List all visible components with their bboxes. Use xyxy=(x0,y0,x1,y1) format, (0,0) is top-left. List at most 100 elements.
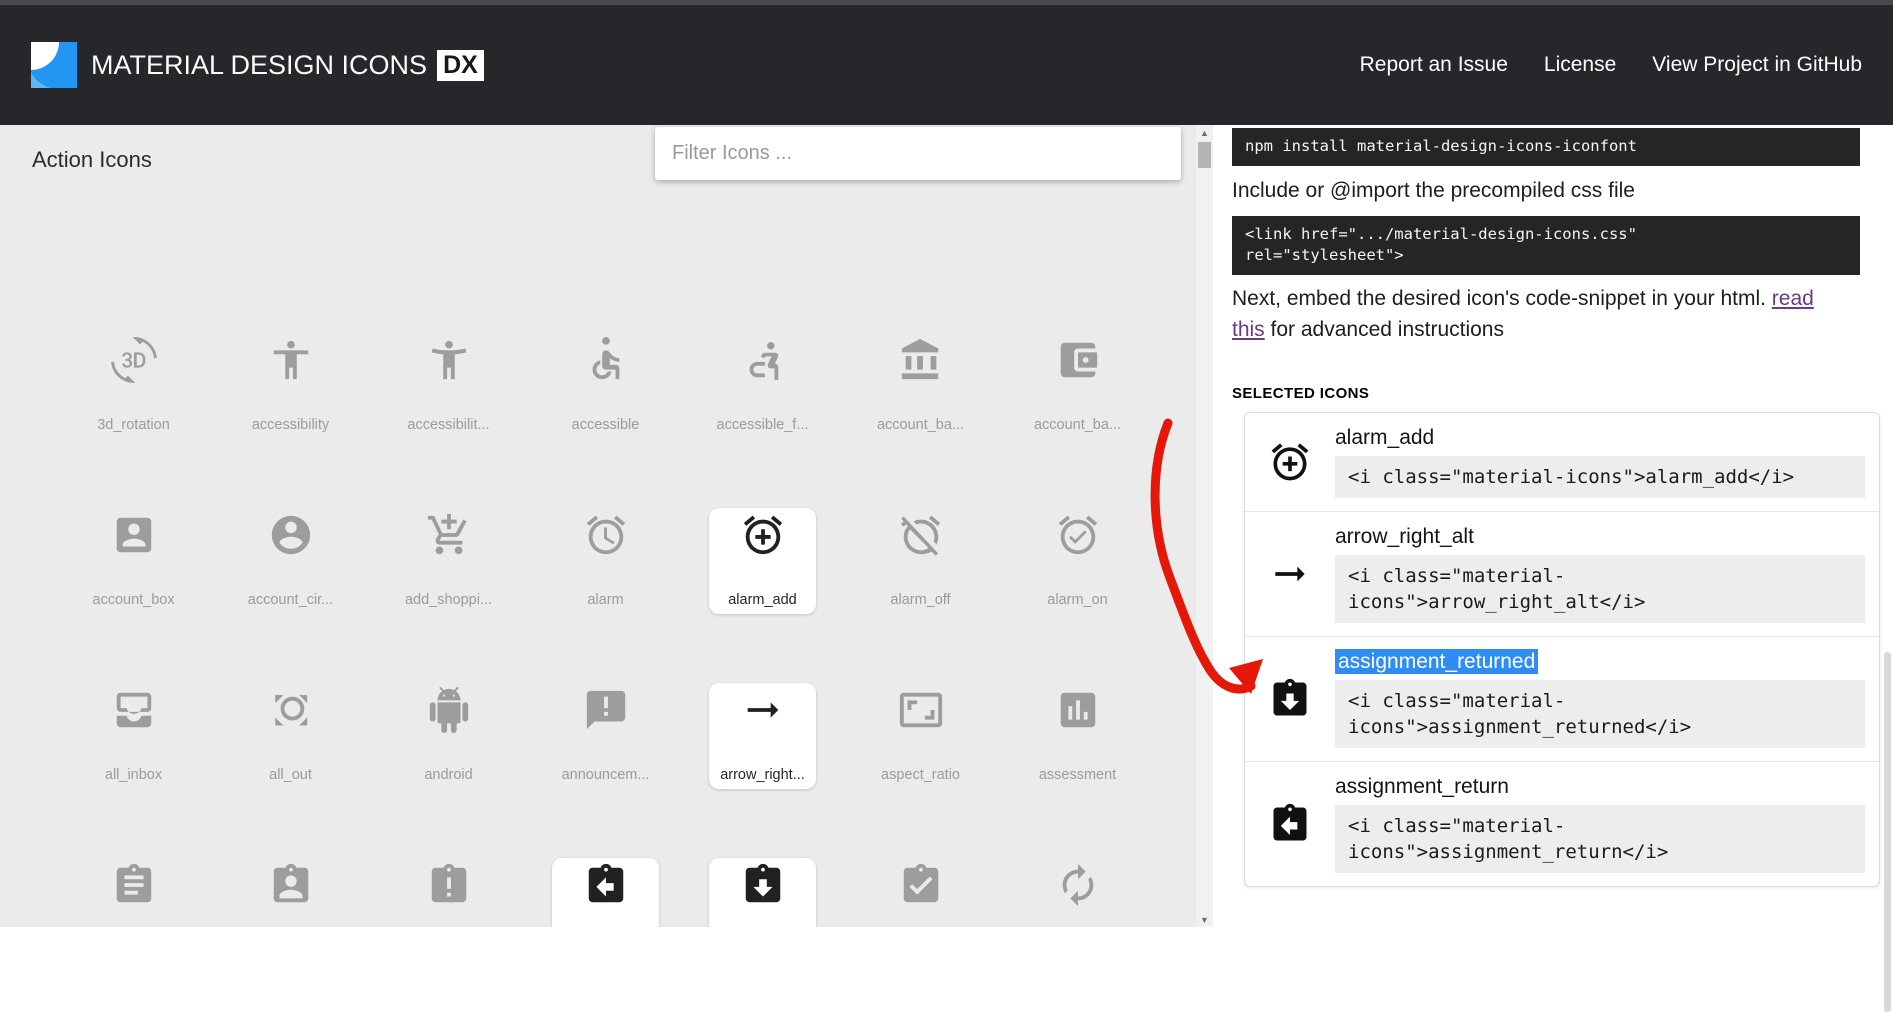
selected-item-body: assignment_returned<i class="material- i… xyxy=(1335,650,1879,748)
icon-cell-all_inbox[interactable]: all_inbox xyxy=(55,660,212,810)
android-icon xyxy=(426,687,472,733)
scrollbar-up-arrow-icon[interactable]: ▲ xyxy=(1196,125,1213,140)
icon-cell-account_circle[interactable]: account_cir... xyxy=(212,485,369,635)
selected-item-icon-wrap xyxy=(1245,677,1335,721)
scrollbar-thumb[interactable] xyxy=(1198,142,1211,168)
icon-label: 3d_rotation xyxy=(55,410,212,440)
selected-item-alarm_add[interactable]: alarm_add<i class="material-icons">alarm… xyxy=(1245,413,1879,511)
selected-item-body: assignment_return<i class="material- ico… xyxy=(1335,775,1879,873)
icon-wrap xyxy=(684,485,841,585)
icon-cell-assignment_turned_in[interactable]: assignment... xyxy=(842,835,999,927)
icon-cell-all_out[interactable]: all_out xyxy=(212,660,369,810)
accessibility_new-icon xyxy=(426,337,472,383)
icon-label: account_cir... xyxy=(212,585,369,615)
selected-item-assignment_returned[interactable]: assignment_returned<i class="material- i… xyxy=(1245,636,1879,761)
icon-label: alarm xyxy=(527,585,684,615)
icon-label: arrow_right... xyxy=(684,760,841,790)
icon-label: account_ba... xyxy=(842,410,999,440)
icon-cell-arrow_right_alt[interactable]: arrow_right... xyxy=(684,660,841,810)
3d_rotation-icon xyxy=(111,337,157,383)
icon-wrap xyxy=(527,660,684,760)
icon-wrap xyxy=(999,660,1156,760)
nav-link-view-project-in-github[interactable]: View Project in GitHub xyxy=(1652,53,1862,77)
icon-wrap xyxy=(842,310,999,410)
icon-label: android xyxy=(370,760,527,790)
icon-wrap xyxy=(684,835,841,927)
icon-cell-assessment[interactable]: assessment xyxy=(999,660,1156,810)
selected-item-arrow_right_alt[interactable]: arrow_right_alt<i class="material- icons… xyxy=(1245,511,1879,636)
alarm_off-icon xyxy=(898,512,944,558)
assignment_returned-icon xyxy=(740,862,786,908)
accessible_forward-icon xyxy=(740,337,786,383)
icon-label: alarm_off xyxy=(842,585,999,615)
icon-cell-account_balance[interactable]: account_ba... xyxy=(842,310,999,460)
selected-item-title: assignment_return xyxy=(1335,775,1865,799)
app-badge: DX xyxy=(437,50,484,81)
npm-install-code: npm install material-design-icons-iconfo… xyxy=(1232,128,1860,166)
scrollbar-down-arrow-icon[interactable]: ▼ xyxy=(1196,912,1213,927)
account_balance-icon xyxy=(898,337,944,383)
icon-wrap xyxy=(527,835,684,927)
icon-cell-alarm_on[interactable]: alarm_on xyxy=(999,485,1156,635)
icon-wrap xyxy=(684,310,841,410)
icon-label: accessible xyxy=(527,410,684,440)
code-snippet: <i class="material- icons">arrow_right_a… xyxy=(1335,555,1865,623)
account_circle-icon xyxy=(268,512,314,558)
alarm-icon xyxy=(583,512,629,558)
arrow_right_alt-icon xyxy=(740,687,786,733)
icon-cell-accessible_forward[interactable]: accessible_f... xyxy=(684,310,841,460)
nav-link-report-an-issue[interactable]: Report an Issue xyxy=(1360,53,1508,77)
icon-cell-assignment_returned[interactable]: assignment... xyxy=(684,835,841,927)
icon-cell-android[interactable]: android xyxy=(370,660,527,810)
nav-link-license[interactable]: License xyxy=(1544,53,1616,77)
selected-item-body: alarm_add<i class="material-icons">alarm… xyxy=(1335,426,1879,498)
icon-cell-alarm[interactable]: alarm xyxy=(527,485,684,635)
icon-grid: 3d_rotationaccessibilityaccessibilit...a… xyxy=(0,125,1196,927)
icon-cell-autorenew[interactable]: autorenew xyxy=(999,835,1156,927)
selected-item-assignment_return[interactable]: assignment_return<i class="material- ico… xyxy=(1245,761,1879,886)
getting-started-panel: npm install material-design-icons-iconfo… xyxy=(1213,125,1893,927)
alarm_on-icon xyxy=(1055,512,1101,558)
icon-cell-alarm_off[interactable]: alarm_off xyxy=(842,485,999,635)
icon-cell-assignment[interactable]: assignment xyxy=(55,835,212,927)
icon-wrap xyxy=(527,310,684,410)
selected-item-icon-wrap xyxy=(1245,552,1335,596)
icon-wrap xyxy=(370,835,527,927)
announcement-icon xyxy=(583,687,629,733)
selected-item-icon-wrap xyxy=(1245,440,1335,484)
icon-wrap xyxy=(842,485,999,585)
brand: MATERIAL DESIGN ICONS DX xyxy=(31,42,484,88)
icon-label: alarm_add xyxy=(684,585,841,615)
icon-wrap xyxy=(212,310,369,410)
icon-cell-accessibility_new[interactable]: accessibilit... xyxy=(370,310,527,460)
icon-wrap xyxy=(370,660,527,760)
alarm_add-icon xyxy=(740,512,786,558)
app-title: MATERIAL DESIGN ICONS xyxy=(91,50,427,81)
icon-cell-alarm_add[interactable]: alarm_add xyxy=(684,485,841,635)
icon-cell-add_shopping_cart[interactable]: add_shoppi... xyxy=(370,485,527,635)
accessible-icon xyxy=(583,337,629,383)
assignment_returned-icon xyxy=(1268,677,1312,721)
icon-wrap xyxy=(370,485,527,585)
icon-cell-assignment_late[interactable]: assignment... xyxy=(370,835,527,927)
icon-wrap xyxy=(999,310,1156,410)
icon-wrap xyxy=(527,485,684,585)
panel-scrollbar-thumb[interactable] xyxy=(1884,652,1891,1012)
icon-cell-account_balance_wallet[interactable]: account_ba... xyxy=(999,310,1156,460)
assessment-icon xyxy=(1055,687,1101,733)
filter-input[interactable] xyxy=(655,127,1181,180)
icon-cell-accessible[interactable]: accessible xyxy=(527,310,684,460)
icon-cell-aspect_ratio[interactable]: aspect_ratio xyxy=(842,660,999,810)
assignment_turned_in-icon xyxy=(898,862,944,908)
icon-label: accessibility xyxy=(212,410,369,440)
main-scrollbar[interactable]: ▲ ▼ xyxy=(1196,125,1213,927)
icon-cell-3d_rotation[interactable]: 3d_rotation xyxy=(55,310,212,460)
icon-cell-announcement[interactable]: announcem... xyxy=(527,660,684,810)
account_balance_wallet-icon xyxy=(1055,337,1101,383)
icon-cell-assignment_ind[interactable]: assignment... xyxy=(212,835,369,927)
alarm_add-icon xyxy=(1268,440,1312,484)
icon-cell-accessibility[interactable]: accessibility xyxy=(212,310,369,460)
icon-cell-assignment_return[interactable]: assignment... xyxy=(527,835,684,927)
icon-cell-account_box[interactable]: account_box xyxy=(55,485,212,635)
icon-wrap xyxy=(684,660,841,760)
